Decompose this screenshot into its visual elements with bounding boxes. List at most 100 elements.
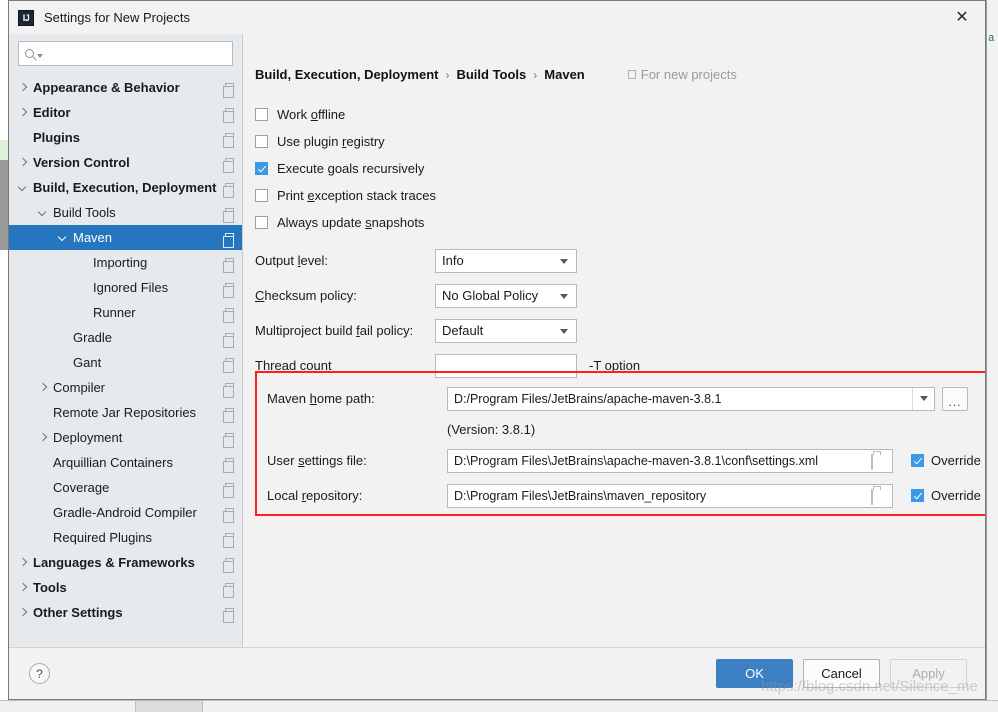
checkbox-label-print-exception-stack-traces: Print exception stack traces — [277, 188, 436, 203]
maven-home-path-combo[interactable]: D:/Program Files/JetBrains/apache-maven-… — [447, 386, 935, 411]
sidebar-item-tools[interactable]: Tools — [9, 575, 242, 600]
checksum-policy-select[interactable]: No Global Policy — [435, 283, 577, 308]
sidebar-item-remote-jar-repositories[interactable]: Remote Jar Repositories — [9, 400, 242, 425]
sidebar-item-plugins[interactable]: Plugins — [9, 125, 242, 150]
sidebar-item-label: Languages & Frameworks — [33, 555, 195, 570]
copy-settings-icon[interactable] — [223, 607, 234, 623]
copy-settings-icon[interactable] — [223, 357, 234, 373]
chevron-right-icon[interactable] — [17, 81, 30, 94]
sidebar-item-deployment[interactable]: Deployment — [9, 425, 242, 450]
sidebar-item-runner[interactable]: Runner — [9, 300, 242, 325]
sidebar-item-build-tools[interactable]: Build Tools — [9, 200, 242, 225]
copy-settings-icon[interactable] — [223, 507, 234, 523]
sidebar-item-maven[interactable]: Maven — [9, 225, 242, 250]
multiproject-fail-policy-select[interactable]: Default — [435, 318, 577, 343]
copy-settings-icon[interactable] — [223, 382, 234, 398]
maven-home-path-browse-button[interactable]: ... — [942, 386, 968, 411]
chevron-right-icon[interactable] — [17, 106, 30, 119]
user-settings-file-input[interactable]: D:\Program Files\JetBrains\apache-maven-… — [447, 448, 893, 473]
chevron-down-icon[interactable] — [57, 231, 70, 244]
sidebar-item-compiler[interactable]: Compiler — [9, 375, 242, 400]
breadcrumb-part-2[interactable]: Build Tools — [456, 67, 526, 82]
cancel-button[interactable]: Cancel — [803, 659, 880, 688]
checkbox-execute-goals-recursively[interactable] — [255, 162, 268, 175]
copy-settings-icon[interactable] — [223, 157, 234, 173]
chevron-right-icon[interactable] — [17, 556, 30, 569]
sidebar-item-languages-frameworks[interactable]: Languages & Frameworks — [9, 550, 242, 575]
output-level-select[interactable]: Info — [435, 248, 577, 273]
chevron-right-icon[interactable] — [37, 431, 50, 444]
sidebar-item-version-control[interactable]: Version Control — [9, 150, 242, 175]
chevron-right-icon[interactable] — [17, 581, 30, 594]
search-input[interactable] — [46, 45, 226, 62]
sidebar-item-editor[interactable]: Editor — [9, 100, 242, 125]
local-repository-override-checkbox[interactable] — [911, 489, 924, 502]
chevron-right-icon[interactable] — [17, 156, 30, 169]
close-icon[interactable]: ✕ — [939, 1, 985, 33]
sidebar-item-other-settings[interactable]: Other Settings — [9, 600, 242, 625]
chevron-down-icon[interactable] — [37, 206, 50, 219]
copy-settings-icon[interactable] — [223, 582, 234, 598]
checkbox-print-exception-stack-traces[interactable] — [255, 189, 268, 202]
checkbox-always-update-snapshots[interactable] — [255, 216, 268, 229]
search-box[interactable] — [18, 41, 233, 66]
checksum-policy-label: Checksum policy: — [255, 288, 357, 303]
sidebar-item-gradle[interactable]: Gradle — [9, 325, 242, 350]
search-options-chevron-down-icon[interactable] — [37, 53, 43, 58]
copy-settings-icon[interactable] — [223, 182, 234, 198]
sidebar-item-coverage[interactable]: Coverage — [9, 475, 242, 500]
copy-settings-icon[interactable] — [223, 532, 234, 548]
copy-settings-icon[interactable] — [223, 257, 234, 273]
copy-settings-icon[interactable] — [223, 282, 234, 298]
copy-settings-icon[interactable] — [223, 207, 234, 223]
copy-settings-icon[interactable] — [223, 407, 234, 423]
local-repository-input[interactable]: D:\Program Files\JetBrains\maven_reposit… — [447, 483, 893, 508]
copy-settings-icon[interactable] — [223, 432, 234, 448]
sidebar-item-gradle-android-compiler[interactable]: Gradle-Android Compiler — [9, 500, 242, 525]
sidebar-item-label: Build Tools — [53, 205, 116, 220]
copy-settings-icon[interactable] — [223, 482, 234, 498]
copy-settings-icon[interactable] — [223, 132, 234, 148]
user-settings-override-checkbox[interactable] — [911, 454, 924, 467]
user-settings-file-browse-folder-icon[interactable] — [871, 453, 886, 470]
chevron-right-icon[interactable] — [17, 606, 30, 619]
sidebar-item-gant[interactable]: Gant — [9, 350, 242, 375]
breadcrumb-part-3[interactable]: Maven — [544, 67, 584, 82]
breadcrumb-separator-2: › — [533, 67, 538, 82]
checkbox-row-always-update-snapshots: Always update snapshots — [255, 209, 967, 236]
checkbox-row-use-plugin-registry: Use plugin registry — [255, 128, 967, 155]
breadcrumb-part-1[interactable]: Build, Execution, Deployment — [255, 67, 438, 82]
chevron-down-icon[interactable] — [17, 181, 30, 194]
sidebar-item-label: Gradle-Android Compiler — [53, 505, 197, 520]
copy-settings-icon[interactable] — [223, 332, 234, 348]
local-repository-override-label: Override — [931, 488, 981, 503]
ok-button[interactable]: OK — [716, 659, 793, 688]
sidebar-item-build-execution-deployment[interactable]: Build, Execution, Deployment — [9, 175, 242, 200]
copy-settings-icon[interactable] — [223, 107, 234, 123]
help-button[interactable]: ? — [29, 663, 50, 684]
copy-settings-icon[interactable] — [223, 457, 234, 473]
local-repository-browse-folder-icon[interactable] — [871, 488, 886, 505]
sidebar-item-appearance-behavior[interactable]: Appearance & Behavior — [9, 75, 242, 100]
copy-settings-icon[interactable] — [223, 82, 234, 98]
checksum-policy-value: No Global Policy — [442, 288, 539, 303]
sidebar-item-label: Gradle — [73, 330, 113, 345]
maven-home-path-dropdown[interactable] — [912, 387, 934, 410]
sidebar-item-label: Deployment — [53, 430, 123, 445]
output-level-label: Output level: — [255, 253, 328, 268]
sidebar-item-importing[interactable]: Importing — [9, 250, 242, 275]
checkbox-use-plugin-registry[interactable] — [255, 135, 268, 148]
background-left-highlight — [0, 140, 8, 162]
sidebar-item-arquillian-containers[interactable]: Arquillian Containers — [9, 450, 242, 475]
checkbox-row-print-exception-stack-traces: Print exception stack traces — [255, 182, 967, 209]
checkbox-work-offline[interactable] — [255, 108, 268, 121]
copy-settings-icon[interactable] — [223, 557, 234, 573]
copy-settings-icon[interactable] — [223, 232, 234, 248]
chevron-right-icon[interactable] — [37, 381, 50, 394]
sidebar-item-required-plugins[interactable]: Required Plugins — [9, 525, 242, 550]
sidebar-item-ignored-files[interactable]: Ignored Files — [9, 275, 242, 300]
copy-settings-icon[interactable] — [223, 307, 234, 323]
